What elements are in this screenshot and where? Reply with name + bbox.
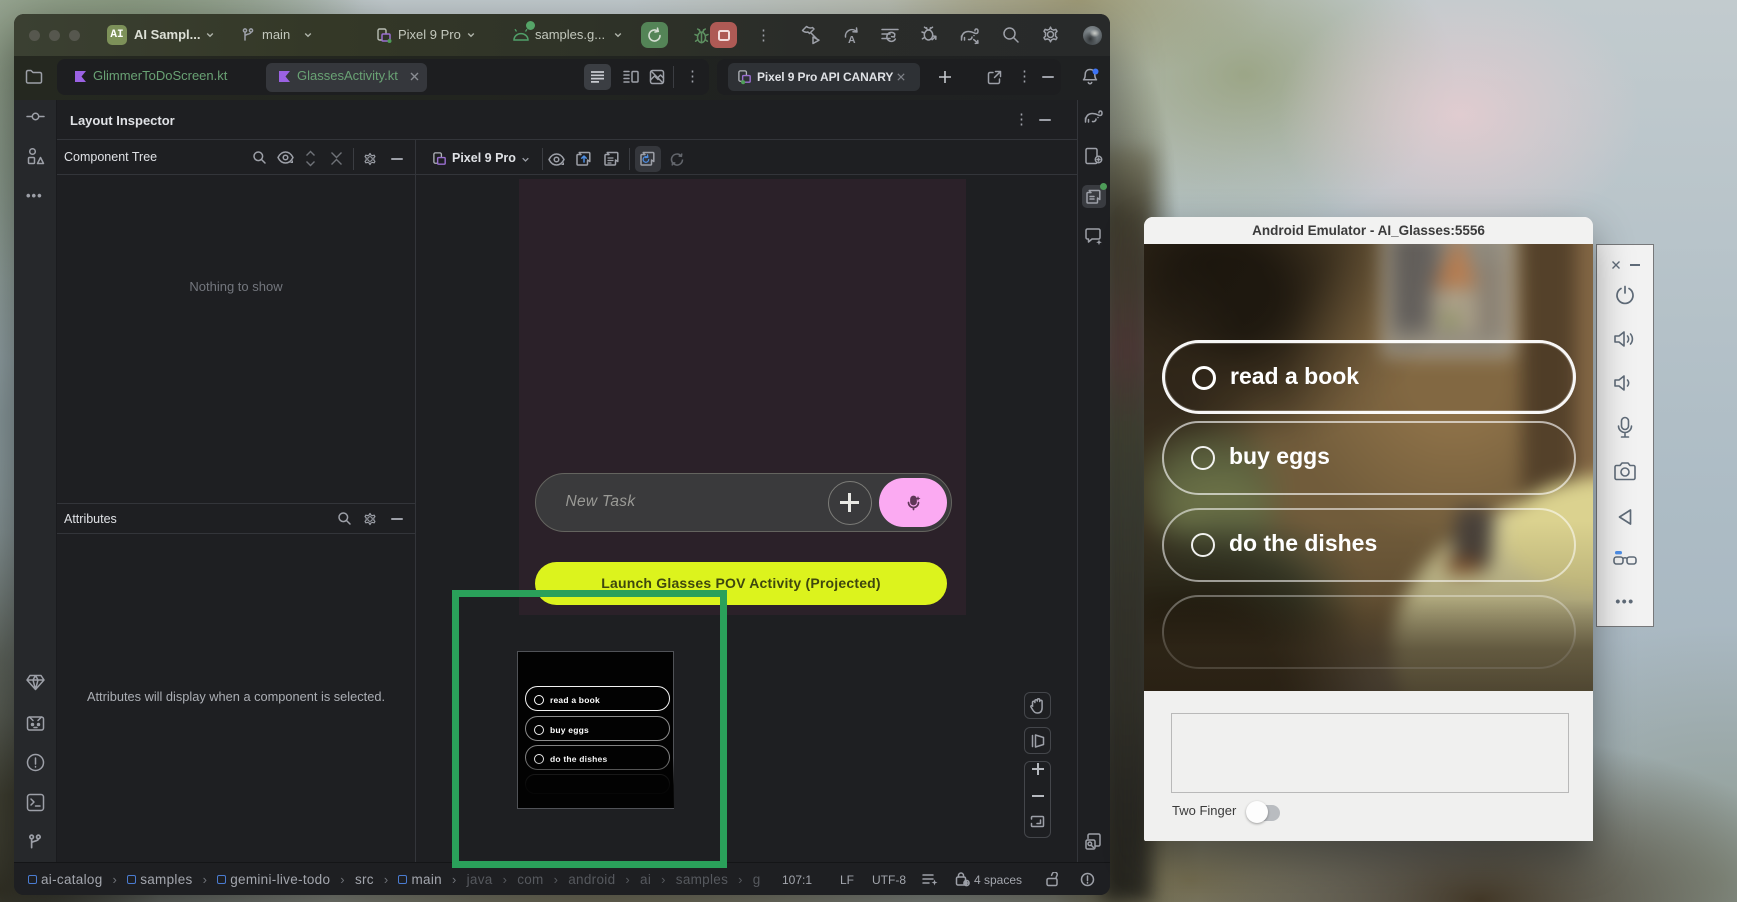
svg-text:A: A [848, 34, 856, 46]
